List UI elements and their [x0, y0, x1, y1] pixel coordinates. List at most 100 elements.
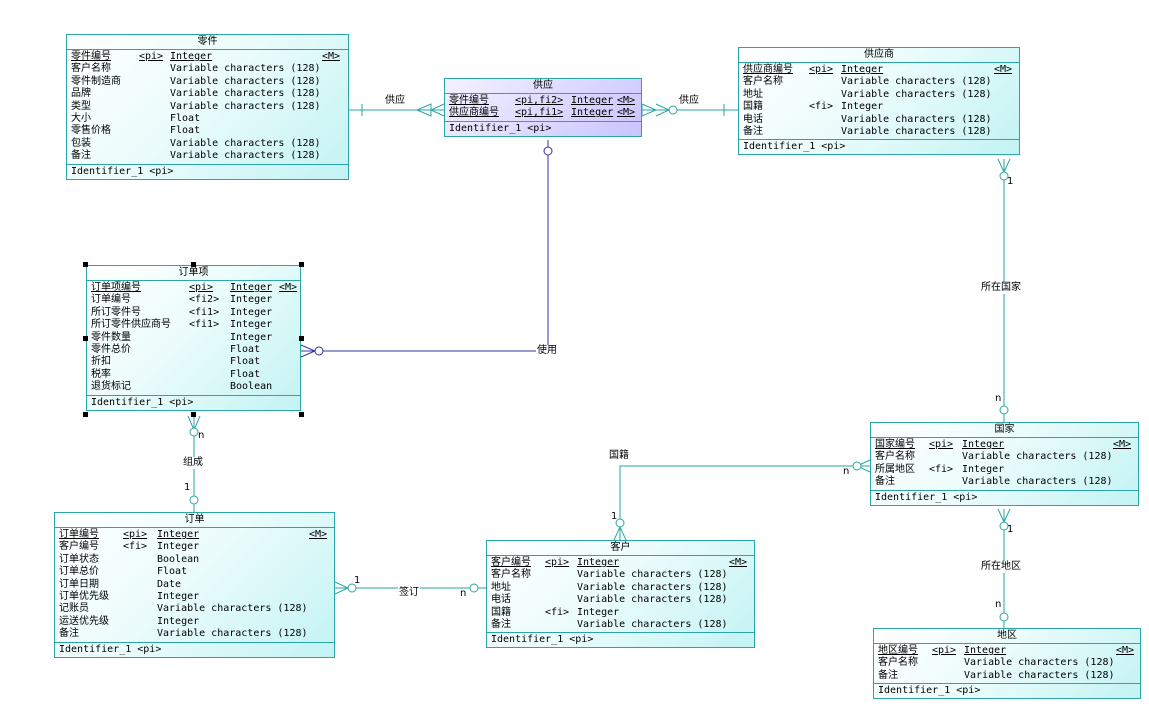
attribute-row[interactable]: 所属地区 <fi> Integer — [871, 464, 1138, 476]
attribute-row[interactable]: 包装 Variable characters (128) — [67, 138, 348, 150]
attribute-key: <fi> — [545, 606, 570, 618]
attribute-row[interactable]: 客户名称 Variable characters (128) — [67, 63, 348, 75]
attribute-row[interactable]: 供应商编号 <pi> Integer <M> — [739, 64, 1019, 76]
attribute-row[interactable]: 备注 Variable characters (128) — [874, 670, 1140, 682]
attribute-type: Boolean — [230, 381, 273, 393]
attribute-row[interactable]: 订单项编号 <pi> Integer <M> — [87, 282, 300, 294]
attribute-row[interactable]: 税率 Float — [87, 369, 300, 381]
attribute-type: Integer — [230, 319, 273, 331]
attribute-type: Integer — [964, 645, 1007, 656]
selection-handle[interactable] — [299, 412, 304, 417]
attribute-row[interactable]: 备注 Variable characters (128) — [871, 476, 1138, 488]
attribute-type: Variable characters (128) — [577, 618, 728, 630]
attribute-row[interactable]: 订单编号 <pi> Integer <M> — [55, 529, 334, 541]
attribute-key: <pi> — [189, 282, 214, 293]
attribute-name: 记账员 — [59, 603, 89, 615]
selection-handle[interactable] — [299, 262, 304, 267]
attribute-row[interactable]: 退货标记 Boolean — [87, 381, 300, 393]
attribute-row[interactable]: 零件总价 Float — [87, 344, 300, 356]
attribute-row[interactable]: 备注 Variable characters (128) — [67, 150, 348, 162]
attribute-row[interactable]: 客户编号 <pi> Integer <M> — [487, 557, 754, 569]
attribute-row[interactable]: 订单总价 Float — [55, 566, 334, 578]
attribute-row[interactable]: 运送优先级 Integer — [55, 616, 334, 628]
attribute-row[interactable]: 地区编号 <pi> Integer <M> — [874, 645, 1140, 657]
attribute-name: 类型 — [71, 100, 91, 112]
attribute-row[interactable]: 记账员 Variable characters (128) — [55, 603, 334, 615]
rel-label-supply-right[interactable]: 供应 — [678, 95, 700, 107]
attribute-row[interactable]: 电话 Variable characters (128) — [487, 594, 754, 606]
attribute-row[interactable]: 订单优先级 Integer — [55, 591, 334, 603]
attribute-name: 所订零件供应商号 — [91, 319, 171, 331]
attribute-row[interactable]: 国籍 <fi> Integer — [739, 101, 1019, 113]
attribute-row[interactable]: 订单状态 Boolean — [55, 554, 334, 566]
attribute-row[interactable]: 折扣 Float — [87, 356, 300, 368]
attribute-type: Integer — [157, 615, 200, 627]
rel-label-sign[interactable]: 签订 — [398, 587, 420, 599]
entity-supply[interactable]: 供应 零件编号 <pi,fi2> Integer <M> 供应商编号 <pi,fi1> In… — [444, 78, 642, 137]
attribute-row[interactable]: 备注 Variable characters (128) — [739, 126, 1019, 138]
selection-handle[interactable] — [191, 412, 196, 417]
attribute-row[interactable]: 地址 Variable characters (128) — [739, 89, 1019, 101]
attribute-row[interactable]: 地址 Variable characters (128) — [487, 582, 754, 594]
attribute-type: Integer — [571, 107, 614, 119]
rel-label-in-country[interactable]: 所在国家 — [980, 282, 1022, 294]
attribute-type: Float — [157, 566, 188, 578]
attribute-list: 国家编号 <pi> Integer <M> 客户名称 Variable character… — [871, 438, 1138, 491]
entity-supplier[interactable]: 供应商 供应商编号 <pi> Integer <M> 客户名称 Variable char… — [738, 47, 1020, 156]
attribute-type: Integer — [157, 541, 200, 553]
attribute-row[interactable]: 订单编号 <fi2> Integer — [87, 294, 300, 306]
selection-handle[interactable] — [83, 336, 88, 341]
attribute-row[interactable]: 国籍 <fi> Integer — [487, 607, 754, 619]
cardinality-label: n — [995, 599, 1002, 610]
attribute-row[interactable]: 零售价格 Float — [67, 125, 348, 137]
attribute-row[interactable]: 零件数量 Integer — [87, 332, 300, 344]
attribute-name: 零件数量 — [91, 331, 131, 343]
entity-title: 供应商 — [739, 48, 1019, 63]
entity-country[interactable]: 国家 国家编号 <pi> Integer <M> 客户名称 Variable charac… — [870, 422, 1139, 506]
selection-handle[interactable] — [83, 412, 88, 417]
attribute-row[interactable]: 国家编号 <pi> Integer <M> — [871, 439, 1138, 451]
entity-part[interactable]: 零件 零件编号 <pi> Integer <M> 客户名称 Variable charac… — [66, 34, 349, 180]
attribute-row[interactable]: 零件制造商 Variable characters (128) — [67, 76, 348, 88]
rel-label-nationality[interactable]: 国籍 — [608, 450, 630, 462]
attribute-row[interactable]: 客户名称 Variable characters (128) — [874, 657, 1140, 669]
attribute-key: <pi> — [929, 439, 954, 450]
attribute-row[interactable]: 备注 Variable characters (128) — [487, 619, 754, 631]
attribute-row[interactable]: 客户名称 Variable characters (128) — [739, 76, 1019, 88]
attribute-name: 订单优先级 — [59, 590, 109, 602]
attribute-list: 供应商编号 <pi> Integer <M> 客户名称 Variable characte… — [739, 63, 1019, 141]
attribute-key: <pi> — [123, 529, 148, 540]
attribute-name: 客户编号 — [59, 541, 99, 553]
attribute-name: 大小 — [71, 112, 91, 124]
attribute-row[interactable]: 类型 Variable characters (128) — [67, 101, 348, 113]
attribute-type: Integer — [577, 557, 620, 568]
attribute-row[interactable]: 客户编号 <fi> Integer — [55, 541, 334, 553]
rel-label-compose[interactable]: 组成 — [182, 457, 204, 469]
entity-order[interactable]: 订单 订单编号 <pi> Integer <M> 客户编号 <fi> Integer 订单状态… — [54, 512, 335, 658]
attribute-row[interactable]: 大小 Float — [67, 113, 348, 125]
attribute-row[interactable]: 零件编号 <pi> Integer <M> — [67, 51, 348, 63]
attribute-row[interactable]: 客户名称 Variable characters (128) — [487, 569, 754, 581]
entity-region[interactable]: 地区 地区编号 <pi> Integer <M> 客户名称 Variable charac… — [873, 628, 1141, 700]
selection-handle[interactable] — [83, 262, 88, 267]
attribute-row[interactable]: 零件编号 <pi,fi2> Integer <M> — [445, 95, 641, 107]
attribute-mandatory: <M> — [279, 282, 298, 293]
attribute-name: 客户名称 — [71, 63, 111, 75]
selection-handle[interactable] — [191, 262, 196, 267]
attribute-row[interactable]: 品牌 Variable characters (128) — [67, 88, 348, 100]
entity-orderitem[interactable]: 订单项 订单项编号 <pi> Integer <M> 订单编号 <fi2> Integer 所… — [86, 265, 301, 411]
entity-customer[interactable]: 客户 客户编号 <pi> Integer <M> 客户名称 Variable charac… — [486, 540, 755, 649]
attribute-key: <fi> — [123, 541, 148, 553]
attribute-row[interactable]: 电话 Variable characters (128) — [739, 114, 1019, 126]
attribute-row[interactable]: 订单日期 Date — [55, 579, 334, 591]
selection-handle[interactable] — [299, 336, 304, 341]
attribute-row[interactable]: 客户名称 Variable characters (128) — [871, 451, 1138, 463]
rel-label-supply-left[interactable]: 供应 — [384, 95, 406, 107]
rel-label-use[interactable]: 使用 — [536, 345, 558, 357]
rel-label-in-region[interactable]: 所在地区 — [980, 561, 1022, 573]
attribute-row[interactable]: 供应商编号 <pi,fi1> Integer <M> — [445, 107, 641, 119]
attribute-row[interactable]: 所订零件号 <fi1> Integer — [87, 307, 300, 319]
attribute-row[interactable]: 备注 Variable characters (128) — [55, 628, 334, 640]
attribute-row[interactable]: 所订零件供应商号 <fi1> Integer — [87, 319, 300, 331]
attribute-type: Integer — [841, 101, 884, 113]
